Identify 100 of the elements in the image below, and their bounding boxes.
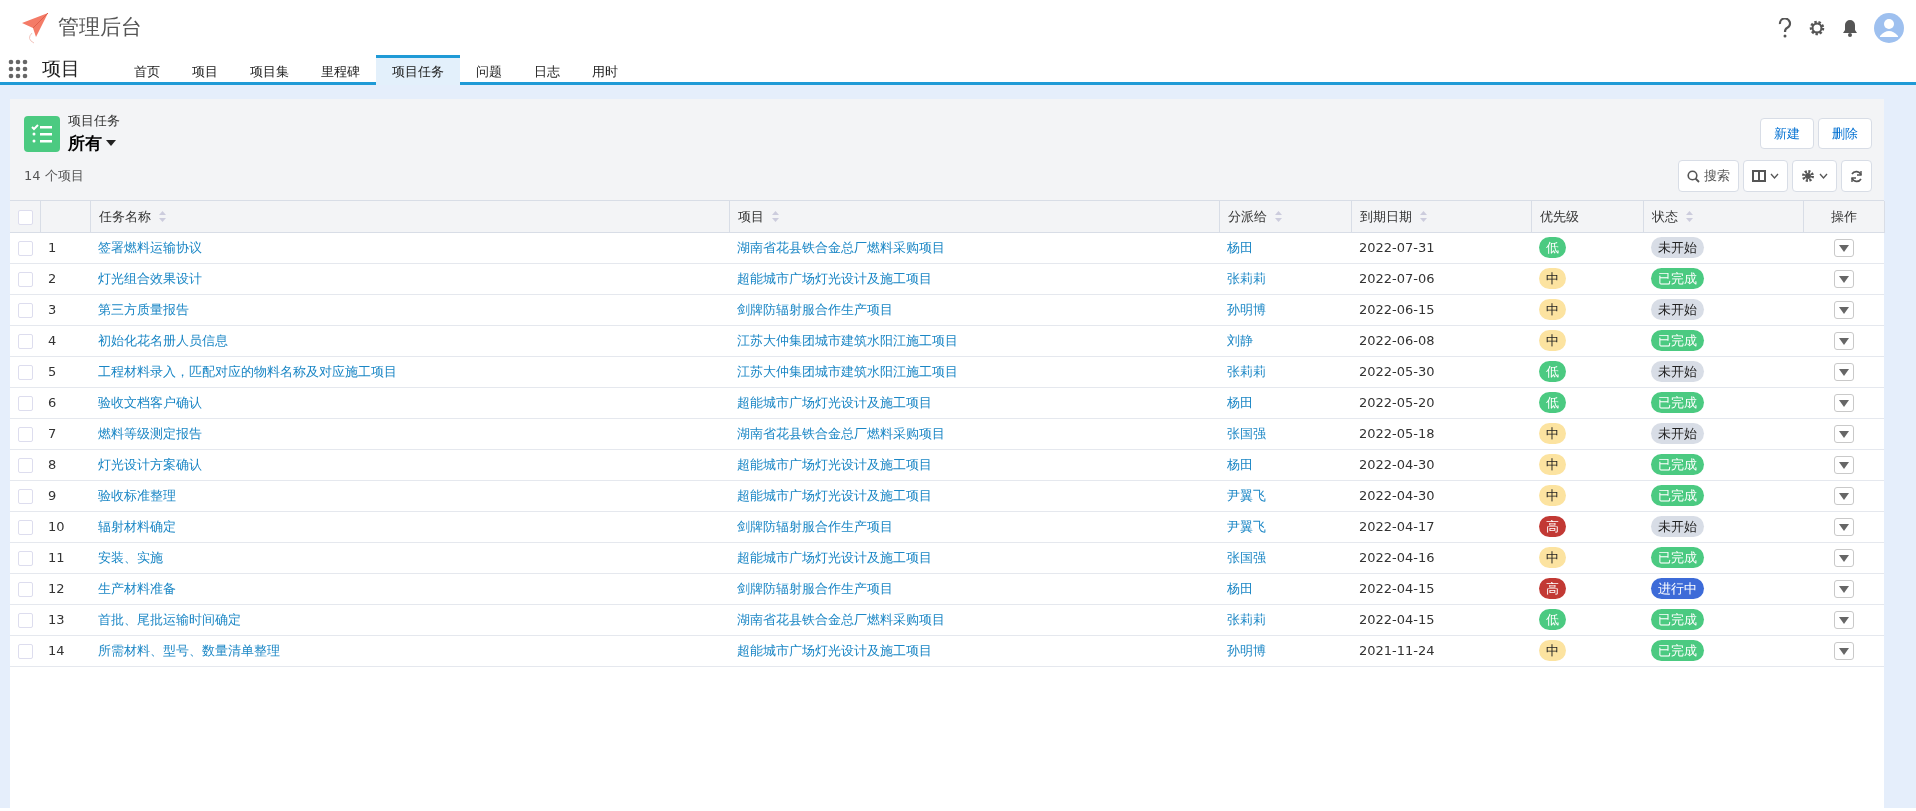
select-all-checkbox[interactable] [18,209,33,225]
task-name-link[interactable]: 首批、尾批运输时间确定 [98,611,241,627]
nav-tab[interactable]: 首页 [118,55,176,85]
project-link[interactable]: 超能城市广场灯光设计及施工项目 [737,642,932,658]
project-link[interactable]: 超能城市广场灯光设计及施工项目 [737,549,932,565]
assignee-link[interactable]: 孙明博 [1227,301,1266,317]
project-link[interactable]: 超能城市广场灯光设计及施工项目 [737,270,932,286]
project-link[interactable]: 超能城市广场灯光设计及施工项目 [737,456,932,472]
column-layout-button[interactable] [1743,160,1788,192]
column-header[interactable]: 项目 [737,206,764,226]
project-link[interactable]: 超能城市广场灯光设计及施工项目 [737,394,932,410]
nav-tab[interactable]: 日志 [518,55,576,85]
row-actions-button[interactable] [1833,549,1854,568]
assignee-link[interactable]: 杨田 [1227,394,1253,410]
header-cell[interactable]: 状态 [1643,201,1803,232]
project-link[interactable]: 剑牌防辐射服合作生产项目 [737,518,893,534]
task-name-link[interactable]: 验收标准整理 [98,487,176,503]
column-header[interactable]: 到期日期 [1359,206,1412,226]
row-checkbox[interactable] [18,426,33,442]
help-icon[interactable] [1778,17,1792,38]
assignee-link[interactable]: 张国强 [1227,425,1266,441]
row-checkbox[interactable] [18,550,33,566]
settings-icon[interactable] [1808,18,1826,37]
row-checkbox[interactable] [18,519,33,535]
project-link[interactable]: 剑牌防辐射服合作生产项目 [737,580,893,596]
row-checkbox[interactable] [18,581,33,597]
row-actions-button[interactable] [1833,301,1854,320]
assignee-link[interactable]: 杨田 [1227,239,1253,255]
assignee-link[interactable]: 刘静 [1227,332,1253,348]
nav-tab[interactable]: 项目 [176,55,234,85]
search-button[interactable]: 搜索 [1678,160,1739,192]
action-button[interactable]: 新建 [1760,117,1814,150]
task-name-link[interactable]: 安装、实施 [98,549,163,565]
task-name-link[interactable]: 第三方质量报告 [98,301,189,317]
task-name-link[interactable]: 灯光设计方案确认 [98,456,202,472]
project-link[interactable]: 江苏大仲集团城市建筑水阳江施工项目 [737,363,958,379]
assignee-link[interactable]: 尹翼飞 [1227,487,1266,503]
row-actions-button[interactable] [1833,642,1854,661]
action-button[interactable]: 删除 [1818,117,1872,150]
assignee-link[interactable]: 杨田 [1227,580,1253,596]
row-actions-button[interactable] [1833,456,1854,475]
refresh-button[interactable] [1841,160,1872,192]
task-name-link[interactable]: 灯光组合效果设计 [98,270,202,286]
assignee-link[interactable]: 张莉莉 [1227,270,1266,286]
project-link[interactable]: 江苏大仲集团城市建筑水阳江施工项目 [737,332,958,348]
task-name-link[interactable]: 生产材料准备 [98,580,176,596]
header-cell[interactable]: 分派给 [1219,201,1351,232]
header-cell[interactable]: 项目 [729,201,1219,232]
row-actions-button[interactable] [1833,580,1854,599]
project-link[interactable]: 剑牌防辐射服合作生产项目 [737,301,893,317]
row-checkbox[interactable] [18,271,33,287]
project-link[interactable]: 湖南省花县铁合金总厂燃料采购项目 [737,425,945,441]
nav-tab[interactable]: 用时 [576,55,634,85]
column-header[interactable]: 状态 [1651,206,1678,226]
row-actions-button[interactable] [1833,518,1854,537]
row-checkbox[interactable] [18,612,33,628]
task-name-link[interactable]: 签署燃料运输协议 [98,239,202,255]
app-launcher-icon[interactable] [8,58,28,79]
assignee-link[interactable]: 张莉莉 [1227,363,1266,379]
row-checkbox[interactable] [18,643,33,659]
project-link[interactable]: 湖南省花县铁合金总厂燃料采购项目 [737,611,945,627]
task-name-link[interactable]: 燃料等级测定报告 [98,425,202,441]
task-name-link[interactable]: 工程材料录入，匹配对应的物料名称及对应施工项目 [98,363,397,379]
assignee-link[interactable]: 张莉莉 [1227,611,1266,627]
row-actions-button[interactable] [1833,425,1854,444]
column-header[interactable]: 任务名称 [98,206,151,226]
row-checkbox[interactable] [18,364,33,380]
assignee-link[interactable]: 张国强 [1227,549,1266,565]
project-link[interactable]: 湖南省花县铁合金总厂燃料采购项目 [737,239,945,255]
row-checkbox[interactable] [18,457,33,473]
assignee-link[interactable]: 孙明博 [1227,642,1266,658]
nav-tab[interactable]: 项目任务 [376,55,460,85]
nav-tab[interactable]: 问题 [460,55,518,85]
row-actions-button[interactable] [1833,487,1854,506]
header-cell[interactable]: 任务名称 [90,201,729,232]
row-actions-button[interactable] [1833,611,1854,630]
task-name-link[interactable]: 所需材料、型号、数量清单整理 [98,642,280,658]
nav-tab[interactable]: 里程碑 [305,55,376,85]
view-selector[interactable]: 所有 [68,130,116,156]
nav-tab[interactable]: 项目集 [234,55,305,85]
row-checkbox[interactable] [18,395,33,411]
row-actions-button[interactable] [1833,363,1854,382]
column-header[interactable]: 分派给 [1227,206,1267,226]
task-name-link[interactable]: 初始化花名册人员信息 [98,332,228,348]
task-name-link[interactable]: 验收文档客户确认 [98,394,202,410]
row-checkbox[interactable] [18,302,33,318]
settings-menu-button[interactable] [1792,160,1837,192]
row-actions-button[interactable] [1833,239,1854,258]
row-actions-button[interactable] [1833,332,1854,351]
row-actions-button[interactable] [1833,270,1854,289]
row-checkbox[interactable] [18,240,33,256]
bell-icon[interactable] [1842,18,1858,37]
row-checkbox[interactable] [18,333,33,349]
header-cell[interactable]: 到期日期 [1351,201,1531,232]
row-checkbox[interactable] [18,488,33,504]
task-name-link[interactable]: 辐射材料确定 [98,518,176,534]
project-link[interactable]: 超能城市广场灯光设计及施工项目 [737,487,932,503]
assignee-link[interactable]: 杨田 [1227,456,1253,472]
assignee-link[interactable]: 尹翼飞 [1227,518,1266,534]
row-actions-button[interactable] [1833,394,1854,413]
